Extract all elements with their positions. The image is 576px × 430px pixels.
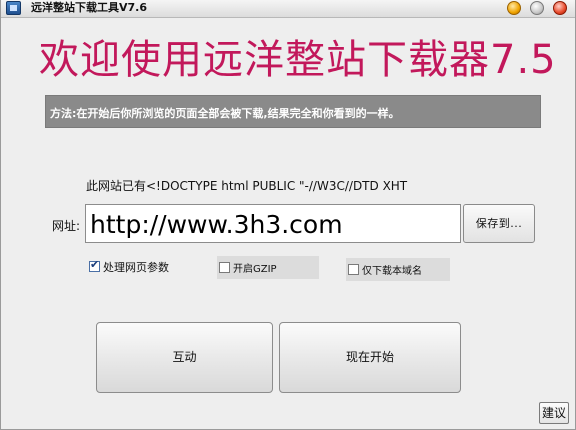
checkbox-domain-only[interactable]: [348, 264, 359, 275]
option-enable-gzip[interactable]: 开启GZIP: [217, 256, 319, 279]
close-button[interactable]: [553, 1, 567, 15]
minimize-button[interactable]: [507, 1, 521, 15]
maximize-button[interactable]: [530, 1, 544, 15]
checkbox-enable-gzip[interactable]: [219, 262, 230, 273]
start-now-button[interactable]: 现在开始: [279, 322, 461, 393]
app-icon: [6, 1, 21, 15]
option-label: 仅下载本域名: [362, 266, 422, 277]
option-domain-only[interactable]: 仅下载本域名: [346, 258, 450, 281]
suggest-button[interactable]: 建议: [539, 402, 569, 424]
welcome-headline: 欢迎使用远洋整站下载器7.5: [39, 37, 557, 83]
option-label: 处理网页参数: [103, 260, 169, 274]
interact-button[interactable]: 互动: [96, 322, 273, 393]
option-process-params[interactable]: ✔ 处理网页参数: [86, 255, 186, 278]
url-input[interactable]: [85, 204, 461, 243]
method-text: 方法:在开始后你所浏览的页面全部会被下载,结果完全和你看到的一样。: [50, 107, 400, 120]
method-banner: 方法:在开始后你所浏览的页面全部会被下载,结果完全和你看到的一样。: [45, 95, 541, 128]
option-label: 开启GZIP: [233, 264, 277, 275]
url-label: 网址:: [52, 219, 81, 233]
title-bar[interactable]: 远洋整站下载工具V7.6: [1, 0, 575, 18]
checkmark-icon: ✔: [90, 258, 100, 271]
checkbox-process-params[interactable]: ✔: [89, 258, 100, 272]
save-to-button[interactable]: 保存到...: [463, 204, 535, 243]
app-window: 远洋整站下载工具V7.6 欢迎使用远洋整站下载器7.5 方法:在开始后你所浏览的…: [0, 0, 576, 430]
window-title: 远洋整站下载工具V7.6: [31, 1, 147, 14]
site-info-text: 此网站已有<!DOCTYPE html PUBLIC "-//W3C//DTD …: [86, 179, 408, 193]
